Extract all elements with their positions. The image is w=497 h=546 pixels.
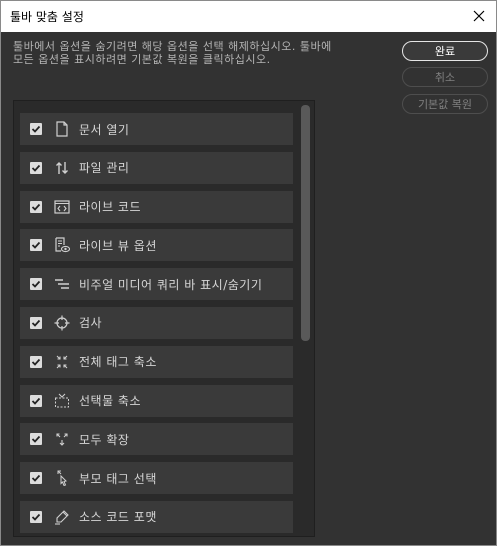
list-item[interactable]: 소스 코드 포맷	[20, 500, 293, 533]
list-item[interactable]: 선택물 축소	[20, 384, 293, 417]
select-parent-tag-icon	[54, 470, 70, 487]
collapse-all-icon	[54, 354, 70, 370]
inspect-icon	[54, 315, 70, 331]
checkmark-icon	[31, 436, 41, 444]
list-item[interactable]: 검사	[20, 306, 293, 339]
collapse-selection-icon	[54, 393, 70, 409]
checkmark-icon	[31, 125, 41, 133]
done-button[interactable]: 완료	[402, 41, 488, 61]
option-label: 비주얼 미디어 쿼리 바 표시/숨기기	[79, 277, 263, 292]
option-list: 문서 열기 파일 관리 라이브 코드 라이브 뷰 옵션 비주얼 미디어 쿼리 바…	[20, 113, 293, 536]
list-item[interactable]: 비주얼 미디어 쿼리 바 표시/숨기기	[20, 268, 293, 301]
customize-toolbar-dialog: 툴바 맞춤 설정 툴바에서 옵션을 숨기려면 해당 옵션을 선택 해제하십시오.…	[0, 0, 497, 546]
cancel-button[interactable]: 취소	[402, 67, 488, 87]
option-label: 소스 코드 포맷	[79, 510, 157, 525]
list-item[interactable]: 전체 태그 축소	[20, 345, 293, 378]
list-item[interactable]: 라이브 코드	[20, 190, 293, 223]
option-checkbox[interactable]	[30, 161, 42, 174]
checkmark-icon	[31, 475, 41, 482]
option-checkbox[interactable]	[30, 355, 42, 368]
option-label: 라이브 뷰 옵션	[79, 238, 157, 253]
option-checkbox[interactable]	[30, 472, 42, 485]
option-checkbox[interactable]	[30, 316, 42, 329]
document-icon	[54, 121, 70, 137]
expand-all-icon	[54, 431, 70, 447]
option-checkbox[interactable]	[30, 239, 42, 252]
format-source-icon	[54, 509, 70, 525]
option-label: 선택물 축소	[79, 394, 142, 409]
list-item[interactable]: 모두 확장	[20, 423, 293, 456]
title-bar: 툴바 맞춤 설정	[1, 1, 496, 32]
instructions-text: 툴바에서 옵션을 숨기려면 해당 옵션을 선택 해제하십시오. 툴바에 모든 옵…	[13, 40, 332, 66]
option-label: 문서 열기	[79, 122, 130, 137]
close-icon	[473, 10, 485, 22]
live-code-icon	[54, 199, 70, 215]
option-checkbox[interactable]	[30, 123, 42, 135]
option-checkbox[interactable]	[30, 510, 42, 523]
live-view-options-icon	[54, 237, 70, 253]
option-checkbox[interactable]	[30, 278, 42, 291]
list-item[interactable]: 부모 태그 선택	[20, 462, 293, 495]
list-item[interactable]: 파일 관리	[20, 151, 293, 184]
dialog-title: 툴바 맞춤 설정	[10, 10, 84, 24]
checkmark-icon	[31, 242, 41, 250]
list-scrollbar[interactable]	[301, 105, 310, 341]
option-label: 모두 확장	[79, 432, 130, 447]
list-item[interactable]: 문서 열기	[20, 113, 293, 145]
option-checkbox[interactable]	[30, 200, 42, 213]
media-query-bar-icon	[54, 276, 70, 292]
toolbar-options-list: 문서 열기 파일 관리 라이브 코드 라이브 뷰 옵션 비주얼 미디어 쿼리 바…	[13, 100, 315, 537]
checkmark-icon	[31, 203, 41, 211]
checkmark-icon	[31, 397, 41, 405]
option-label: 검사	[79, 316, 103, 331]
option-checkbox[interactable]	[30, 433, 42, 446]
option-label: 전체 태그 축소	[79, 355, 157, 370]
option-label: 부모 태그 선택	[79, 471, 157, 486]
option-label: 파일 관리	[79, 161, 130, 176]
close-button[interactable]	[468, 5, 490, 27]
checkmark-icon	[31, 281, 41, 288]
file-transfer-icon	[54, 160, 70, 176]
checkmark-icon	[31, 513, 41, 521]
checkmark-icon	[31, 164, 41, 172]
checkmark-icon	[31, 319, 41, 327]
option-checkbox[interactable]	[30, 394, 42, 407]
list-item[interactable]: 라이브 뷰 옵션	[20, 229, 293, 262]
checkmark-icon	[31, 358, 41, 366]
option-label: 라이브 코드	[79, 200, 142, 215]
restore-defaults-button[interactable]: 기본값 복원	[402, 94, 488, 114]
